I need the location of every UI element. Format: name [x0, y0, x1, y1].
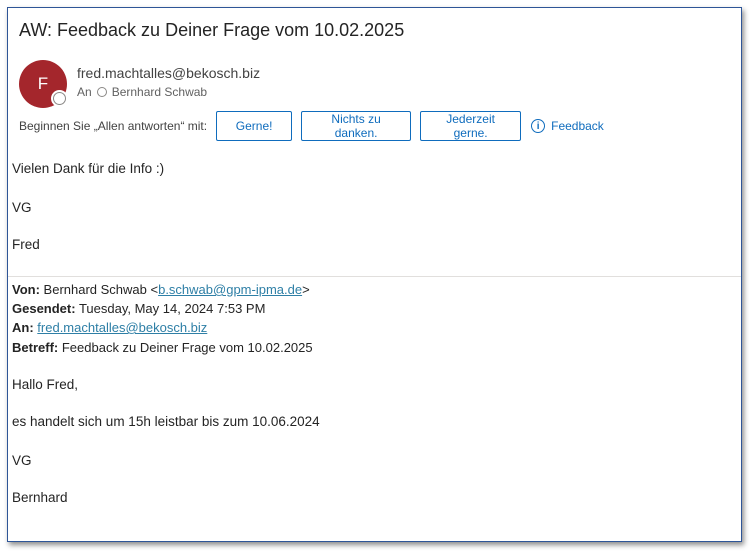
- reply-line: Vielen Dank für die Info :): [12, 161, 165, 176]
- email-reading-pane: AW: Feedback zu Deiner Frage vom 10.02.2…: [7, 7, 742, 542]
- quoted-to-row: An: fred.machtalles@bekosch.biz: [12, 320, 207, 335]
- presence-status-icon: [53, 92, 66, 105]
- sent-label: Gesendet:: [12, 301, 76, 316]
- to-email-link[interactable]: fred.machtalles@bekosch.biz: [37, 320, 207, 335]
- quote-divider: [8, 276, 741, 277]
- from-close: >: [302, 282, 310, 297]
- quick-reply-label: Beginnen Sie „Allen antworten“ mit:: [19, 119, 208, 133]
- sent-value: Tuesday, May 14, 2024 7:53 PM: [78, 301, 266, 316]
- quoted-subject-row: Betreff: Feedback zu Deiner Frage vom 10…: [12, 340, 313, 355]
- quick-reply-bar: Beginnen Sie „Allen antworten“ mit: Gern…: [19, 111, 604, 141]
- to-header-label: An:: [12, 320, 34, 335]
- subject-value: Feedback zu Deiner Frage vom 10.02.2025: [61, 340, 313, 355]
- quick-reply-nichts-zu-danken-button[interactable]: Nichts zu danken.: [301, 111, 412, 141]
- quoted-from-row: Von: Bernhard Schwab <b.schwab@gpm-ipma.…: [12, 282, 310, 297]
- subject-label: Betreff:: [12, 340, 59, 355]
- quoted-sent-row: Gesendet: Tuesday, May 14, 2024 7:53 PM: [12, 301, 265, 316]
- reply-line: VG: [12, 200, 32, 215]
- to-label: An: [77, 85, 92, 99]
- email-subject: AW: Feedback zu Deiner Frage vom 10.02.2…: [19, 20, 405, 40]
- from-email-link[interactable]: b.schwab@gpm-ipma.de: [158, 282, 302, 297]
- quoted-line: es handelt sich um 15h leistbar bis zum …: [12, 414, 320, 429]
- quoted-line: VG: [12, 453, 32, 468]
- quick-reply-jederzeit-gerne-button[interactable]: Jederzeit gerne.: [420, 111, 522, 141]
- quick-reply-gerne-button[interactable]: Gerne!: [216, 111, 293, 141]
- recipient-name[interactable]: Bernhard Schwab: [112, 85, 207, 99]
- from-name: Bernhard Schwab <: [43, 282, 159, 297]
- avatar-initial: F: [37, 74, 49, 93]
- from-label: Von:: [12, 282, 40, 297]
- feedback-link[interactable]: i Feedback: [531, 119, 604, 133]
- sender-email[interactable]: fred.machtalles@bekosch.biz: [77, 65, 260, 81]
- feedback-label: Feedback: [551, 119, 604, 133]
- quoted-line: Hallo Fred,: [12, 377, 79, 392]
- quoted-line: Bernhard: [12, 490, 68, 505]
- recipient-row: An Bernhard Schwab: [77, 85, 207, 99]
- recipient-presence-icon: [96, 87, 107, 97]
- reply-line: Fred: [12, 237, 40, 252]
- info-icon: i: [531, 119, 546, 133]
